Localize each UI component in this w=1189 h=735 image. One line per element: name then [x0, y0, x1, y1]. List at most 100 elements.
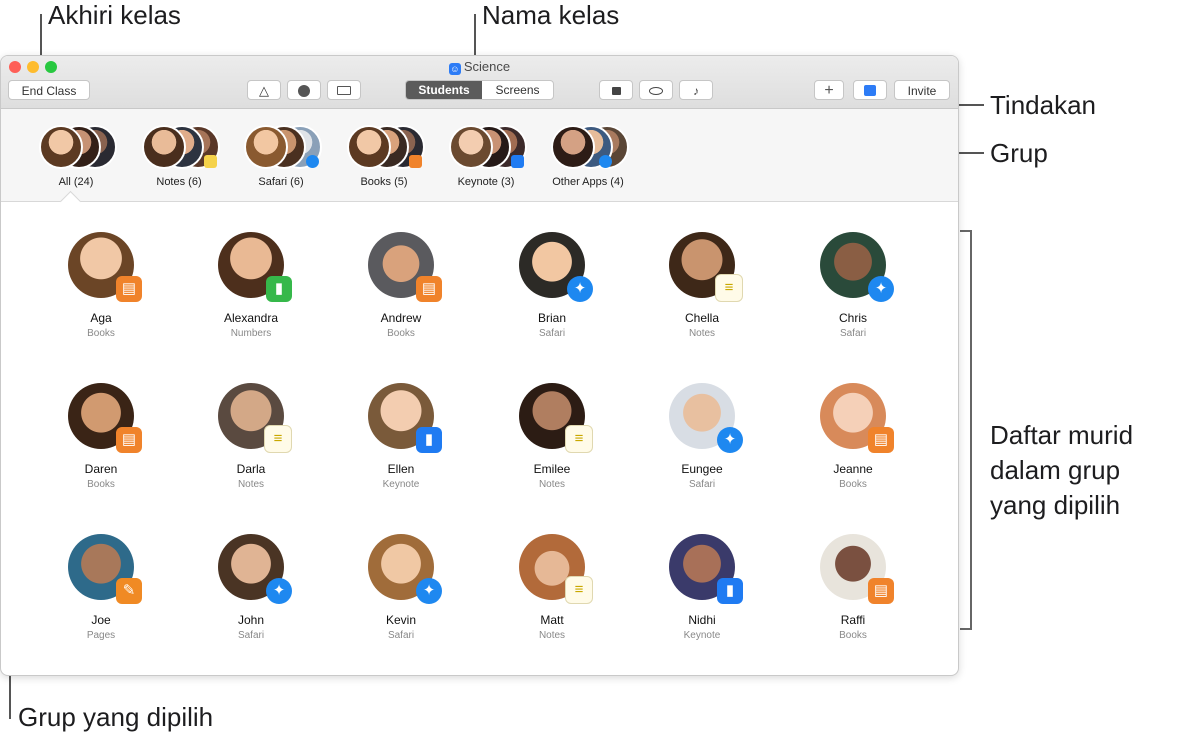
- add-button[interactable]: +: [814, 80, 844, 100]
- student-card[interactable]: ▮ Ellen Keynote: [341, 383, 461, 490]
- student-card[interactable]: ≡ Emilee Notes: [492, 383, 612, 490]
- view-segmented-control: Students Screens: [405, 80, 554, 100]
- callout-groups: Grup: [990, 138, 1048, 168]
- title-bar: ☺ Science End Class △ Students Screens ♪ …: [1, 56, 958, 109]
- group-label: Notes (6): [156, 176, 202, 188]
- open-app-button[interactable]: △: [247, 80, 281, 100]
- avatar: [39, 125, 83, 169]
- group-books[interactable]: Books (5): [339, 125, 429, 188]
- avatar: ▤: [820, 383, 894, 453]
- mute-button[interactable]: ♪: [679, 80, 713, 100]
- student-app: Books: [87, 328, 115, 339]
- avatar: ✦: [669, 383, 743, 453]
- hide-eye-icon: [649, 87, 663, 95]
- avatar: ▮: [368, 383, 442, 453]
- photo-button[interactable]: [853, 80, 887, 100]
- student-card[interactable]: ▤ Aga Books: [41, 232, 161, 339]
- books-icon: ▤: [116, 276, 142, 302]
- student-card[interactable]: ✎ Joe Pages: [41, 534, 161, 641]
- callout-student-list: Daftar murid dalam grup yang dipilih: [990, 418, 1133, 523]
- student-card[interactable]: ≡ Chella Notes: [642, 232, 762, 339]
- student-name: Aga: [90, 311, 112, 325]
- books-icon: ▤: [868, 427, 894, 453]
- student-app: Pages: [86, 630, 116, 641]
- student-card[interactable]: ✦ John Safari: [191, 534, 311, 641]
- group-other-apps[interactable]: Other Apps (4): [543, 125, 633, 188]
- books-icon: [409, 155, 422, 168]
- books-icon: ▤: [116, 427, 142, 453]
- pages-icon: ✎: [116, 578, 142, 604]
- student-card[interactable]: ✦ Kevin Safari: [341, 534, 461, 641]
- student-card[interactable]: ✦ Eungee Safari: [642, 383, 762, 490]
- hide-button[interactable]: [639, 80, 673, 100]
- avatar: [347, 125, 391, 169]
- student-card[interactable]: ▤ Daren Books: [41, 383, 161, 490]
- safari-icon: [599, 155, 612, 168]
- airplay-button[interactable]: [327, 80, 361, 100]
- student-app: Safari: [688, 479, 716, 490]
- avatar: ✎: [68, 534, 142, 604]
- end-class-button[interactable]: End Class: [8, 80, 90, 100]
- student-list-line-3: yang dipilih: [990, 490, 1121, 521]
- notes-icon: ≡: [715, 274, 743, 302]
- books-icon: ▤: [868, 578, 894, 604]
- numbers-icon: ▮: [266, 276, 292, 302]
- invite-button[interactable]: Invite: [894, 80, 950, 100]
- callout-selected-group: Grup yang dipilih: [18, 702, 214, 732]
- student-app: Books: [839, 630, 867, 641]
- student-name: Brian: [537, 311, 566, 325]
- student-name: Emilee: [533, 462, 571, 476]
- student-name: Matt: [540, 613, 564, 627]
- student-card[interactable]: ▤ Raffi Books: [793, 534, 913, 641]
- student-name: Eungee: [681, 462, 723, 476]
- notes-icon: ≡: [565, 576, 593, 604]
- group-notes[interactable]: Notes (6): [134, 125, 224, 188]
- group-safari[interactable]: Safari (6): [236, 125, 326, 188]
- group-keynote[interactable]: Keynote (3): [441, 125, 531, 188]
- navigate-button[interactable]: [287, 80, 321, 100]
- student-card[interactable]: ✦ Chris Safari: [793, 232, 913, 339]
- student-app: Safari: [237, 630, 265, 641]
- student-card[interactable]: ≡ Matt Notes: [492, 534, 612, 641]
- student-card[interactable]: ▤ Jeanne Books: [793, 383, 913, 490]
- add-icon: +: [824, 82, 834, 99]
- student-app: Safari: [538, 328, 566, 339]
- student-name: Joe: [91, 613, 111, 627]
- group-label: Safari (6): [258, 176, 304, 188]
- student-app: Books: [387, 328, 415, 339]
- avatar: ✦: [218, 534, 292, 604]
- safari-icon: ✦: [717, 427, 743, 453]
- student-app: Notes: [237, 479, 265, 490]
- safari-icon: [298, 85, 310, 97]
- avatar: [142, 125, 186, 169]
- keynote-icon: ▮: [416, 427, 442, 453]
- group-all[interactable]: All (24): [31, 125, 121, 188]
- student-app: Notes: [538, 630, 566, 641]
- avatar: ≡: [218, 383, 292, 453]
- avatar: ▮: [669, 534, 743, 604]
- airplay-icon: [337, 86, 351, 95]
- student-name: Darla: [236, 462, 266, 476]
- student-name: Chris: [838, 311, 867, 325]
- student-card[interactable]: ▮ Alexandra Numbers: [191, 232, 311, 339]
- student-name: Alexandra: [223, 311, 279, 325]
- student-card[interactable]: ✦ Brian Safari: [492, 232, 612, 339]
- student-app: Numbers: [230, 328, 272, 339]
- lock-button[interactable]: [599, 80, 633, 100]
- tab-screens[interactable]: Screens: [482, 81, 553, 99]
- photo-icon: [864, 85, 876, 96]
- student-card[interactable]: ≡ Darla Notes: [191, 383, 311, 490]
- groups-bar: All (24) Notes (6) Safari (6) Books (5) …: [1, 109, 958, 202]
- student-card[interactable]: ▮ Nidhi Keynote: [642, 534, 762, 641]
- mute-icon: ♪: [693, 84, 699, 98]
- notes-icon: [204, 155, 217, 168]
- callout-class-name: Nama kelas: [482, 0, 620, 30]
- student-list-line-1: Daftar murid: [990, 420, 1134, 450]
- avatar: ▤: [68, 383, 142, 453]
- tab-students[interactable]: Students: [406, 81, 482, 99]
- student-app: Safari: [387, 630, 415, 641]
- safari-icon: ✦: [868, 276, 894, 302]
- student-list-bracket: [960, 230, 972, 630]
- student-card[interactable]: ▤ Andrew Books: [341, 232, 461, 339]
- avatar: [449, 125, 493, 169]
